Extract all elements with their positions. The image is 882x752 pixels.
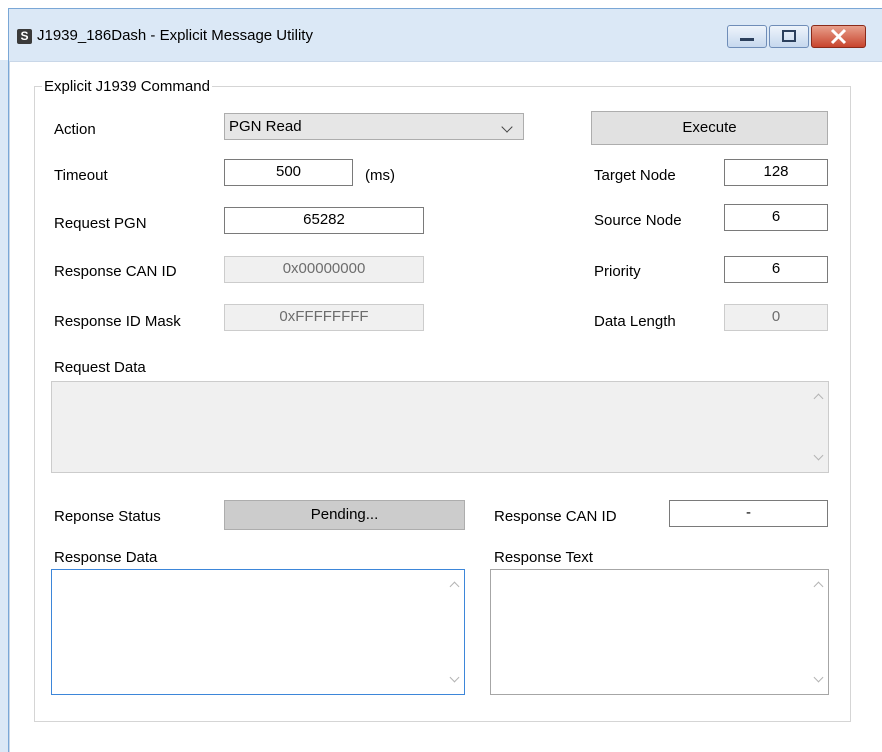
response-can-id-label: Response CAN ID [54, 263, 177, 280]
minimize-icon [740, 38, 754, 41]
action-dropdown[interactable]: PGN Read [224, 113, 524, 140]
response-text-textarea[interactable] [490, 569, 829, 695]
groupbox-legend: Explicit J1939 Command [42, 78, 212, 95]
response-can-id-field-2: - [669, 500, 828, 527]
minimize-button[interactable] [727, 25, 767, 48]
priority-label: Priority [594, 263, 641, 280]
request-data-textarea[interactable] [51, 381, 829, 473]
data-length-field: 0 [724, 304, 828, 331]
action-label: Action [54, 121, 96, 138]
explicit-message-window: S J1939_186Dash - Explicit Message Utili… [8, 8, 882, 752]
timeout-input[interactable]: 500 [224, 159, 353, 186]
source-node-label: Source Node [594, 212, 682, 229]
scroll-up-icon[interactable] [813, 581, 824, 592]
response-data-scrollbar[interactable] [446, 571, 463, 693]
response-data-textarea[interactable] [51, 569, 465, 695]
response-text-scrollbar[interactable] [810, 571, 827, 693]
timeout-label: Timeout [54, 167, 108, 184]
scroll-down-icon[interactable] [813, 450, 824, 461]
chevron-down-icon [501, 121, 513, 133]
window-title: J1939_186Dash - Explicit Message Utility [37, 27, 313, 44]
response-data-label: Response Data [54, 549, 158, 566]
execute-button[interactable]: Execute [591, 111, 828, 145]
window-left-edge [0, 60, 8, 752]
action-dropdown-value: PGN Read [229, 118, 302, 135]
target-node-input[interactable]: 128 [724, 159, 828, 186]
scroll-up-icon[interactable] [813, 393, 824, 404]
target-node-label: Target Node [594, 167, 676, 184]
response-id-mask-label: Response ID Mask [54, 313, 181, 330]
response-text-label: Response Text [494, 549, 593, 566]
response-can-id-label-2: Response CAN ID [494, 508, 617, 525]
response-can-id-field: 0x00000000 [224, 256, 424, 283]
response-id-mask-field: 0xFFFFFFFF [224, 304, 424, 331]
source-node-input[interactable]: 6 [724, 204, 828, 231]
title-bar[interactable]: S J1939_186Dash - Explicit Message Utili… [9, 9, 882, 61]
data-length-label: Data Length [594, 313, 676, 330]
request-data-label: Request Data [54, 359, 146, 376]
request-data-scrollbar[interactable] [810, 383, 827, 471]
close-button[interactable] [811, 25, 866, 48]
maximize-button[interactable] [769, 25, 809, 48]
scroll-up-icon[interactable] [449, 581, 460, 592]
close-icon [830, 28, 847, 45]
response-status-indicator: Pending... [224, 500, 465, 530]
scroll-down-icon[interactable] [813, 672, 824, 683]
timeout-unit-label: (ms) [365, 167, 395, 184]
request-pgn-label: Request PGN [54, 215, 147, 232]
response-status-label: Reponse Status [54, 508, 161, 525]
priority-input[interactable]: 6 [724, 256, 828, 283]
client-area: Explicit J1939 Command Action PGN Read E… [9, 61, 882, 752]
app-icon: S [17, 29, 32, 44]
request-pgn-input[interactable]: 65282 [224, 207, 424, 234]
maximize-icon [782, 30, 796, 42]
scroll-down-icon[interactable] [449, 672, 460, 683]
